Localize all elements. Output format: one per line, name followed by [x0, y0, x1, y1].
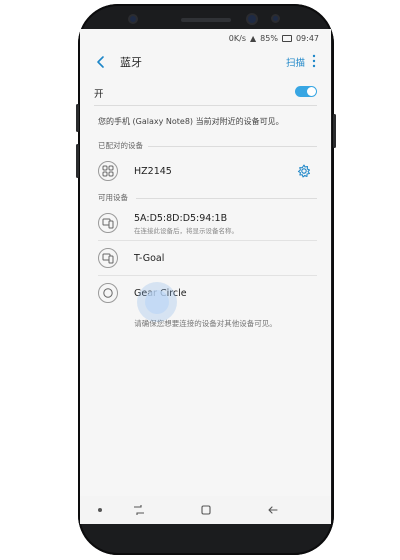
- divider: [148, 146, 317, 147]
- device-name: 5A:D5:8D:D5:94:1B: [134, 213, 228, 224]
- device-name: HZ2145: [134, 166, 172, 177]
- volume-button: [76, 104, 79, 132]
- device-name: T-Goal: [134, 253, 165, 264]
- paired-device-row[interactable]: HZ2145: [98, 154, 317, 188]
- iris-sensor: [130, 16, 136, 22]
- clock: 09:47: [295, 33, 319, 43]
- power-button: [333, 114, 336, 148]
- toggle-knob: [307, 87, 316, 96]
- headset-icon: [98, 283, 118, 303]
- network-speed: 0K/s: [228, 33, 246, 43]
- back-icon[interactable]: [266, 503, 280, 517]
- phone-laptop-icon: [98, 248, 118, 268]
- page-title: 蓝牙: [120, 56, 142, 69]
- screen: 0K/s ▲ 85% 09:47 蓝牙 扫描 开 您的手机 (Galaxy No…: [80, 29, 331, 524]
- earpiece-speaker: [181, 18, 231, 22]
- front-camera: [248, 15, 256, 23]
- bluetooth-toggle[interactable]: [295, 86, 317, 97]
- status-bar: 0K/s ▲ 85% 09:47: [80, 29, 331, 47]
- bixby-button: [76, 144, 79, 178]
- switch-label: 开: [94, 89, 104, 100]
- paired-devices-title: 已配对的设备: [98, 141, 143, 150]
- divider: [136, 198, 317, 199]
- available-devices-header: 可用设备: [98, 192, 317, 206]
- bluetooth-master-switch-row[interactable]: 开: [94, 77, 317, 106]
- paired-devices-header: 已配对的设备: [98, 140, 317, 154]
- available-device-row[interactable]: Gear Circle: [98, 276, 317, 310]
- device-subtitle: 在连接此设备后，将显示设备名称。: [134, 227, 238, 235]
- available-device-row[interactable]: T-Goal: [98, 241, 317, 276]
- scan-button[interactable]: 扫描: [286, 55, 305, 69]
- touch-indicator-core: [145, 290, 169, 314]
- back-arrow-icon[interactable]: [94, 55, 108, 69]
- gear-icon[interactable]: [297, 164, 311, 178]
- battery-icon: [281, 34, 292, 42]
- visibility-text: 您的手机 (Galaxy Note8) 当前对附近的设备可见。: [98, 117, 284, 126]
- touch-indicator: [137, 282, 177, 322]
- battery-level: 85%: [260, 33, 278, 43]
- device-grid-icon: [98, 161, 118, 181]
- phone-laptop-icon: [98, 213, 118, 233]
- home-icon[interactable]: [199, 503, 213, 517]
- app-bar: 蓝牙 扫描: [80, 47, 331, 77]
- nav-dot-icon: [98, 508, 102, 512]
- navigation-bar: [80, 496, 331, 524]
- recent-apps-icon[interactable]: [132, 503, 146, 517]
- available-devices-title: 可用设备: [98, 193, 128, 202]
- signal-icon: ▲: [250, 33, 257, 43]
- available-device-row[interactable]: 5A:D5:8D:D5:94:1B 在连接此设备后，将显示设备名称。: [98, 206, 317, 241]
- proximity-sensor: [273, 16, 278, 21]
- visibility-hint: 请确保您想要连接的设备对其他设备可见。: [134, 319, 277, 328]
- more-options-icon[interactable]: [311, 53, 317, 69]
